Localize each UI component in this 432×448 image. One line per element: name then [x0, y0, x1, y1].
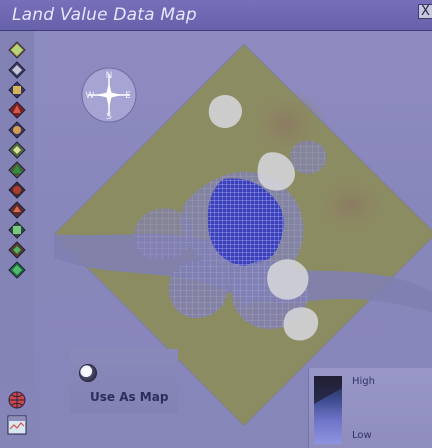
use-as-map-radio[interactable]: [79, 364, 97, 382]
tool-diamond-6-icon: [8, 141, 26, 159]
legend-bar: [314, 376, 342, 444]
legend-low-label: Low: [352, 430, 372, 441]
tool-diamond-10[interactable]: [8, 221, 26, 239]
tool-diamond-8-icon: [8, 181, 26, 199]
tool-diamond-7-icon: [8, 161, 26, 179]
tool-diamond-8[interactable]: [8, 181, 26, 199]
land-value-legend: High Low: [304, 368, 432, 448]
tool-diamond-1-icon: [8, 41, 26, 59]
close-button[interactable]: X: [418, 4, 432, 19]
tool-diamond-4[interactable]: [8, 101, 26, 119]
bottom-icon-2[interactable]: [6, 414, 28, 436]
tool-diamond-9[interactable]: [8, 201, 26, 219]
land-value-map-window: Land Value Data Map X N S W E Use As Map…: [0, 0, 432, 448]
tool-diamond-11[interactable]: [8, 241, 26, 259]
tool-diamond-3-icon: [8, 81, 26, 99]
tool-diamond-2-icon: [8, 61, 26, 79]
tool-diamond-10-icon: [8, 221, 26, 239]
close-icon: X: [421, 4, 430, 19]
tool-diamond-9-icon: [8, 201, 26, 219]
tool-diamond-3[interactable]: [8, 81, 26, 99]
tool-diamond-1[interactable]: [8, 41, 26, 59]
tool-diamond-7[interactable]: [8, 161, 26, 179]
tool-diamond-2[interactable]: [8, 61, 26, 79]
window-icon: [7, 415, 27, 435]
tool-diamond-12[interactable]: [8, 261, 26, 279]
titlebar: Land Value Data Map X: [0, 0, 432, 31]
globe-icon: [8, 391, 26, 409]
window-title: Land Value Data Map: [12, 5, 197, 25]
use-as-map-label: Use As Map: [90, 390, 169, 404]
bottom-icon-1[interactable]: [6, 389, 28, 411]
tool-diamond-5[interactable]: [8, 121, 26, 139]
legend-high-label: High: [352, 376, 375, 387]
tool-diamond-6[interactable]: [8, 141, 26, 159]
tool-diamond-11-icon: [8, 241, 26, 259]
tool-diamond-12-icon: [8, 261, 26, 279]
tool-diamond-4-icon: [8, 101, 26, 119]
tool-diamond-5-icon: [8, 121, 26, 139]
